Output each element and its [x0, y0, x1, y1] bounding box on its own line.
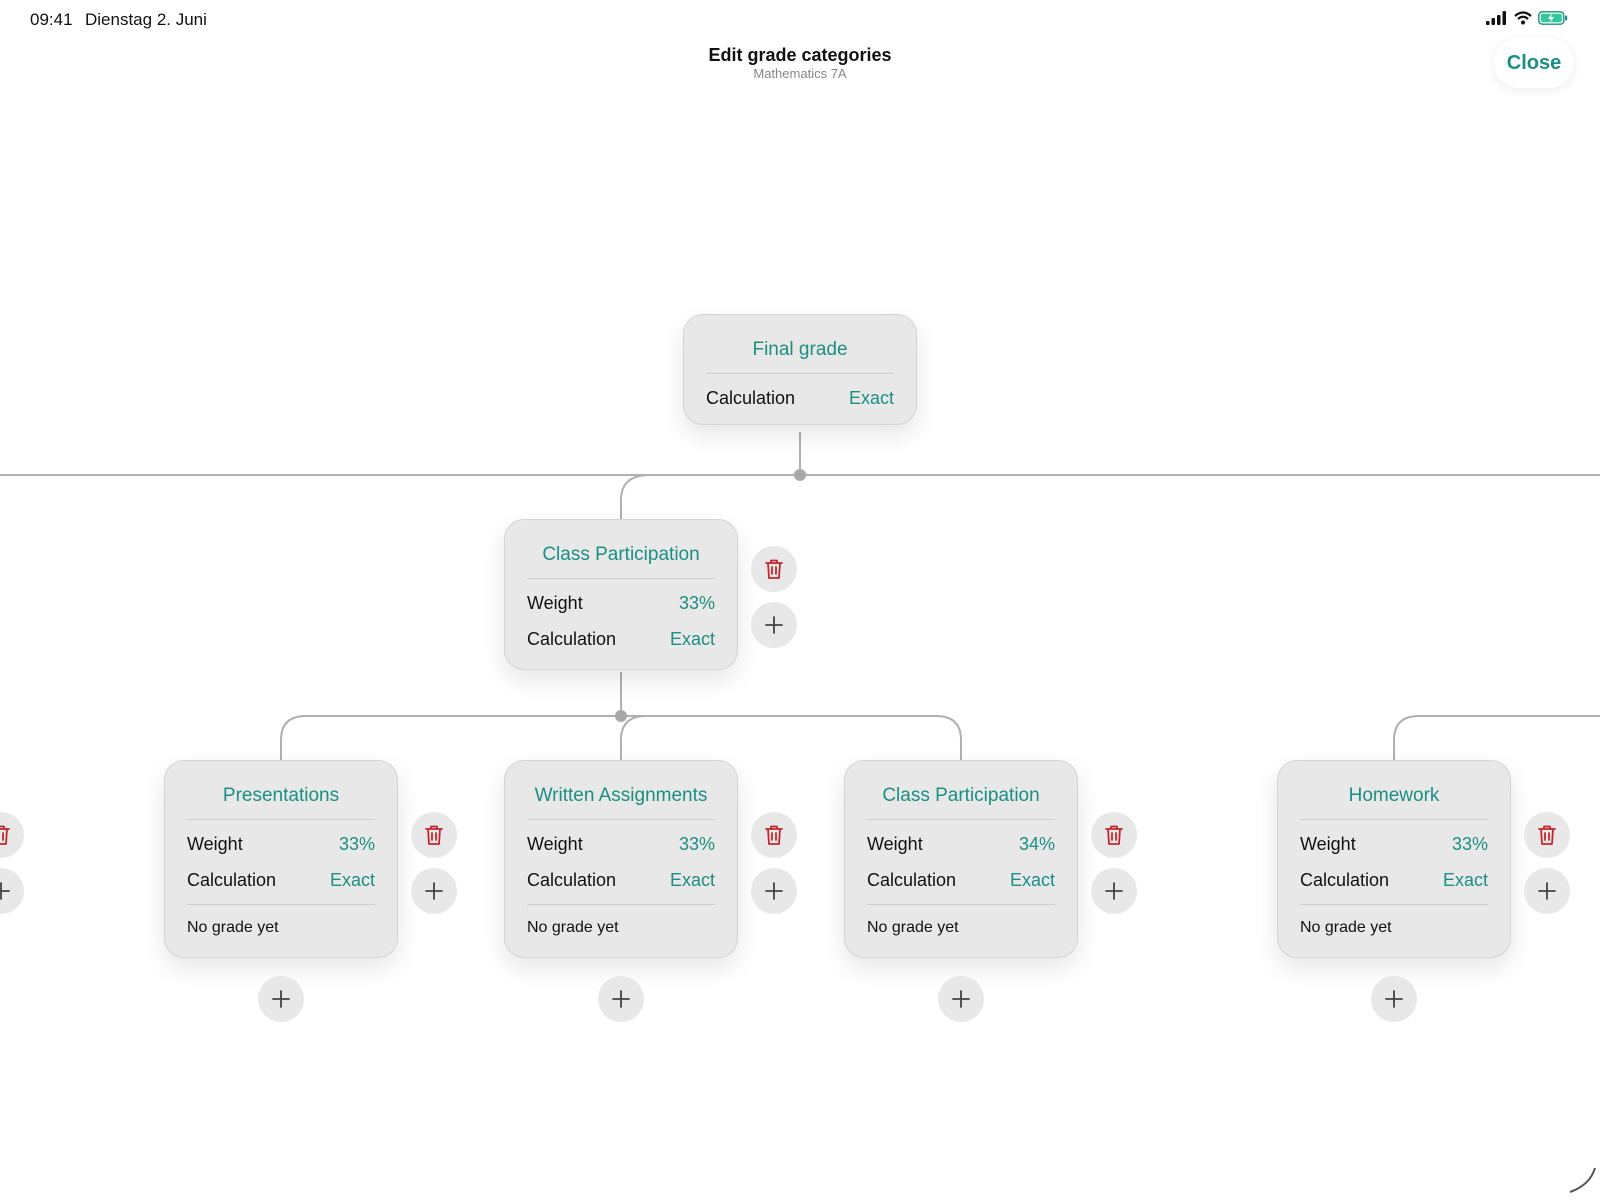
add-sibling-button[interactable]: [1091, 868, 1137, 914]
tree-connectors: [0, 432, 1600, 1193]
plus-icon: [0, 882, 10, 900]
delete-button[interactable]: [751, 812, 797, 858]
calculation-label: Calculation: [527, 628, 617, 649]
plus-icon: [425, 882, 443, 900]
plus-icon: [1538, 882, 1556, 900]
weight-value[interactable]: 33%: [1452, 834, 1488, 855]
weight-label: Weight: [527, 833, 583, 854]
weight-label: Weight: [527, 592, 583, 613]
calculation-row[interactable]: Calculation Exact: [867, 862, 1055, 898]
plus-icon: [612, 990, 630, 1008]
calculation-row[interactable]: Calculation Exact: [187, 862, 375, 898]
delete-button[interactable]: [411, 812, 457, 858]
trash-icon: [1538, 825, 1556, 845]
add-child-button[interactable]: [258, 976, 304, 1022]
calculation-row[interactable]: Calculation Exact: [1300, 862, 1488, 898]
add-sibling-button[interactable]: [751, 868, 797, 914]
corner-indicator: [1569, 1167, 1596, 1193]
calculation-value[interactable]: Exact: [670, 870, 715, 891]
weight-value[interactable]: 33%: [679, 834, 715, 855]
calculation-value[interactable]: Exact: [849, 388, 894, 409]
category-card-class-participation-2[interactable]: Class Participation Weight 34% Calculati…: [844, 760, 1078, 958]
add-child-button[interactable]: [1371, 976, 1417, 1022]
category-card-presentations[interactable]: Presentations Weight 33% Calculation Exa…: [164, 760, 398, 958]
trash-icon: [425, 825, 443, 845]
plus-icon: [1385, 990, 1403, 1008]
category-card-class-participation[interactable]: Class Participation Weight 33% Calculati…: [504, 519, 738, 670]
card-title: Homework: [1300, 761, 1488, 820]
connector-level2-branch-b: [620, 715, 647, 760]
delete-button[interactable]: [1524, 812, 1570, 858]
card-title: Class Participation: [527, 520, 715, 579]
calculation-row[interactable]: Calculation Exact: [527, 862, 715, 898]
add-child-button[interactable]: [598, 976, 644, 1022]
grade-status: No grade yet: [1300, 904, 1488, 957]
calculation-value[interactable]: Exact: [1010, 870, 1055, 891]
grade-status: No grade yet: [187, 904, 375, 957]
weight-row[interactable]: Weight 33%: [527, 826, 715, 862]
plus-icon: [765, 882, 783, 900]
weight-label: Weight: [867, 833, 923, 854]
category-card-final-grade[interactable]: Final grade Calculation Exact: [683, 314, 917, 425]
weight-value[interactable]: 33%: [679, 593, 715, 614]
card-title: Written Assignments: [527, 761, 715, 820]
grade-status: No grade yet: [527, 904, 715, 957]
connector-level1-branch: [620, 474, 651, 520]
calculation-row[interactable]: Calculation Exact: [706, 380, 894, 416]
weight-value[interactable]: 34%: [1019, 834, 1055, 855]
calculation-label: Calculation: [706, 387, 796, 408]
calculation-label: Calculation: [187, 869, 277, 890]
calculation-row[interactable]: Calculation Exact: [527, 621, 715, 657]
trash-icon: [765, 559, 783, 579]
weight-label: Weight: [1300, 833, 1356, 854]
weight-row[interactable]: Weight 34%: [867, 826, 1055, 862]
weight-row[interactable]: Weight 33%: [187, 826, 375, 862]
calculation-value[interactable]: Exact: [670, 629, 715, 650]
category-card-homework[interactable]: Homework Weight 33% Calculation Exact No…: [1277, 760, 1511, 958]
calculation-label: Calculation: [527, 869, 617, 890]
plus-icon: [765, 616, 783, 634]
weight-label: Weight: [187, 833, 243, 854]
trash-icon: [765, 825, 783, 845]
connector-level2-branch-d: [1393, 715, 1600, 760]
add-sibling-button[interactable]: [411, 868, 457, 914]
delete-button[interactable]: [751, 546, 797, 592]
grade-status: No grade yet: [867, 904, 1055, 957]
connector-node-root: [794, 469, 806, 481]
card-title: Presentations: [187, 761, 375, 820]
calculation-value[interactable]: Exact: [330, 870, 375, 891]
weight-value[interactable]: 33%: [339, 834, 375, 855]
calculation-value[interactable]: Exact: [1443, 870, 1488, 891]
category-card-written-assignments[interactable]: Written Assignments Weight 33% Calculati…: [504, 760, 738, 958]
trash-icon: [1105, 825, 1123, 845]
add-sibling-button[interactable]: [751, 602, 797, 648]
trash-icon: [0, 825, 10, 845]
delete-button[interactable]: [1091, 812, 1137, 858]
weight-row[interactable]: Weight 33%: [527, 585, 715, 621]
calculation-label: Calculation: [1300, 869, 1390, 890]
card-title: Final grade: [706, 315, 894, 374]
plus-icon: [952, 990, 970, 1008]
add-child-button[interactable]: [938, 976, 984, 1022]
connector-node-level1: [615, 710, 627, 722]
plus-icon: [272, 990, 290, 1008]
plus-icon: [1105, 882, 1123, 900]
weight-row[interactable]: Weight 33%: [1300, 826, 1488, 862]
card-title: Class Participation: [867, 761, 1055, 820]
add-sibling-button[interactable]: [1524, 868, 1570, 914]
calculation-label: Calculation: [867, 869, 957, 890]
